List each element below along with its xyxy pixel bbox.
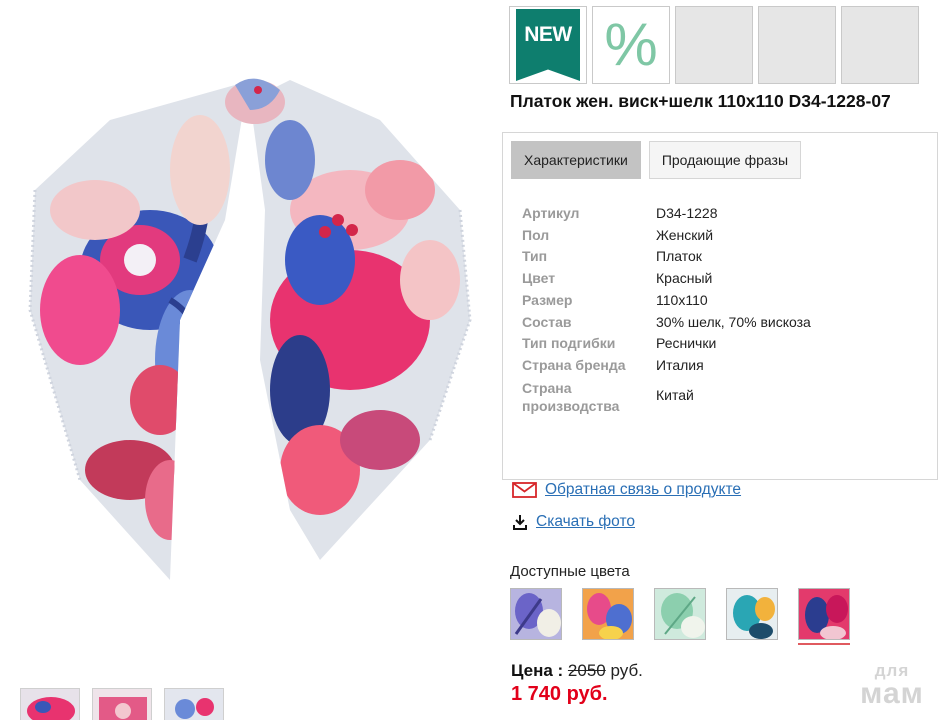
- spec-key: Тип подгибки: [522, 335, 616, 352]
- download-photo-link[interactable]: Скачать фото: [536, 513, 635, 531]
- spec-value: Италия: [656, 356, 704, 373]
- spec-row: Размер 110x110: [522, 290, 811, 312]
- spec-value: D34-1228: [656, 205, 718, 221]
- price-line: Цена : 2050 руб.: [511, 661, 643, 681]
- spec-row: Состав 30% шелк, 70% вискоза: [522, 312, 811, 334]
- spec-value: Китай: [656, 386, 694, 403]
- thumbnail-1[interactable]: [20, 688, 80, 720]
- spec-row: Страна производства Китай: [522, 377, 811, 415]
- spec-value: Платок: [656, 248, 702, 265]
- thumbnail-2[interactable]: [92, 688, 152, 720]
- new-badge-label: NEW: [524, 23, 572, 46]
- discount-badge: %: [592, 6, 670, 84]
- spec-key: Цвет: [522, 270, 556, 287]
- tab-characteristics[interactable]: Характеристики: [511, 141, 641, 179]
- color-swatch-turquoise[interactable]: [726, 588, 778, 640]
- spec-key: Артикул: [522, 205, 580, 221]
- specs-table: Артикул D34-1228 Пол Женский Тип Платок Цве…: [522, 203, 811, 415]
- spec-row: Страна бренда Италия: [522, 355, 811, 377]
- badge-row: NEW %: [509, 6, 919, 84]
- percent-icon: %: [604, 11, 658, 78]
- spec-row: Артикул D34-1228: [522, 203, 811, 225]
- site-watermark: для мам: [852, 662, 932, 709]
- empty-badge-slot: [675, 6, 753, 84]
- spec-row: Тип подгибки Реснички: [522, 333, 811, 355]
- spec-key: Размер: [522, 291, 573, 308]
- download-link-row: Скачать фото: [512, 513, 635, 531]
- empty-badge-slot: [758, 6, 836, 84]
- spec-key: Тип: [522, 248, 548, 265]
- color-swatch-orange-pink[interactable]: [582, 588, 634, 640]
- spec-key: Страна производства: [522, 379, 620, 414]
- spec-row: Тип Платок: [522, 246, 811, 268]
- envelope-icon: [512, 482, 537, 498]
- spec-value: Реснички: [656, 335, 717, 352]
- color-swatch-red-navy[interactable]: [798, 588, 850, 640]
- spec-key: Пол: [522, 226, 550, 243]
- feedback-link-row: Обратная связь о продукте: [512, 481, 741, 499]
- image-thumbnails: [20, 688, 224, 720]
- spec-value: 110x110: [656, 291, 708, 308]
- available-colors-label: Доступные цвета: [510, 563, 630, 580]
- new-ribbon-icon: NEW: [516, 9, 580, 81]
- color-swatch-blue-violet[interactable]: [510, 588, 562, 640]
- new-badge: NEW: [509, 6, 587, 84]
- feedback-link[interactable]: Обратная связь о продукте: [545, 481, 741, 499]
- color-swatch-mint-green[interactable]: [654, 588, 706, 640]
- product-title: Платок жен. виск+шелк 110x110 D34-1228-0…: [510, 91, 891, 111]
- thumbnail-3[interactable]: [164, 688, 224, 720]
- download-icon: [513, 515, 527, 530]
- panel-tabs: Характеристики Продающие фразы: [511, 141, 802, 179]
- product-main-image[interactable]: [20, 60, 490, 600]
- color-swatches: [510, 588, 850, 645]
- old-price-currency: руб.: [610, 661, 643, 680]
- spec-value: Красный: [656, 270, 713, 287]
- sale-price: 1 740 руб.: [511, 683, 608, 705]
- scarf-illustration: [28, 78, 472, 580]
- price-label: Цена :: [511, 661, 564, 680]
- empty-badge-slot: [841, 6, 919, 84]
- spec-value: Женский: [656, 226, 714, 243]
- spec-row: Цвет Красный: [522, 268, 811, 290]
- spec-key: Состав: [522, 313, 572, 330]
- spec-value: 30% шелк, 70% вискоза: [656, 313, 811, 330]
- watermark-line-2: мам: [860, 677, 924, 710]
- old-price: 2050: [567, 661, 606, 680]
- spec-key: Страна бренда: [522, 356, 626, 373]
- tab-selling-phrases[interactable]: Продающие фразы: [648, 141, 802, 179]
- selected-color-indicator: [798, 643, 850, 645]
- spec-row: Пол Женский: [522, 225, 811, 247]
- characteristics-panel: Характеристики Продающие фразы Артикул D3…: [502, 132, 938, 480]
